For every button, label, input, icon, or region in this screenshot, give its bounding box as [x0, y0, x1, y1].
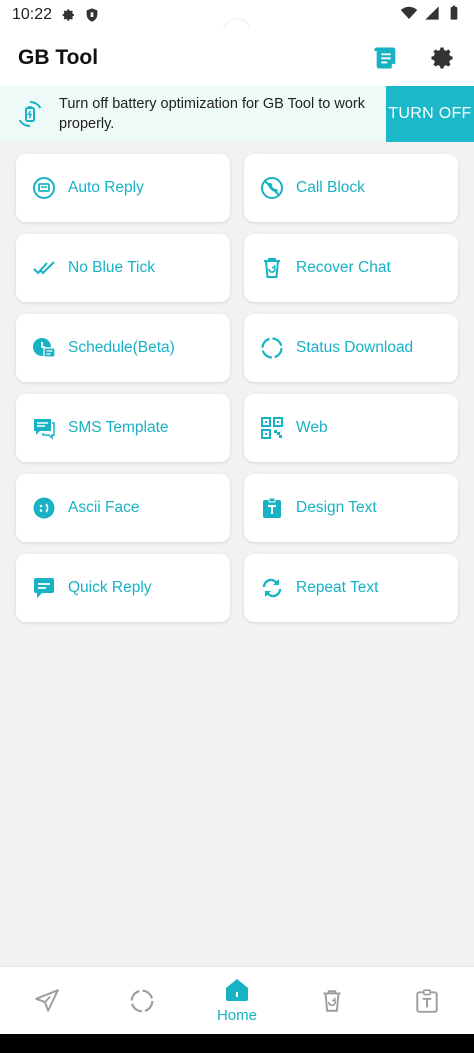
nav-design-text[interactable] [392, 967, 462, 1035]
feature-quick-reply[interactable]: Quick Reply [16, 554, 230, 622]
app-bar: GB Tool [0, 30, 474, 86]
feature-no-blue-tick[interactable]: No Blue Tick [16, 234, 230, 302]
settings-gear-icon[interactable] [428, 44, 456, 72]
design-text-icon [414, 988, 440, 1014]
feature-sms-template[interactable]: SMS Template [16, 394, 230, 462]
turn-off-button[interactable]: TURN OFF [386, 86, 474, 142]
feature-label: Recover Chat [296, 259, 391, 276]
feature-ascii-face[interactable]: Ascii Face [16, 474, 230, 542]
repeat-icon [260, 576, 284, 600]
feature-label: Quick Reply [68, 579, 152, 596]
app-title: GB Tool [18, 46, 99, 69]
status-circle-icon [260, 336, 284, 360]
schedule-chat-icon [32, 336, 56, 360]
battery-sync-icon [15, 99, 45, 129]
feature-label: Schedule(Beta) [68, 339, 175, 356]
status-circle-icon [129, 988, 155, 1014]
shield-icon [84, 7, 100, 23]
auto-reply-icon [32, 176, 56, 200]
nav-home[interactable]: Home [202, 967, 272, 1035]
app-actions [372, 44, 456, 72]
home-icon [224, 977, 250, 1003]
feature-status-download[interactable]: Status Download [244, 314, 458, 382]
send-icon [34, 988, 60, 1014]
sms-template-icon [32, 416, 56, 440]
feature-recover-chat[interactable]: Recover Chat [244, 234, 458, 302]
feature-design-text[interactable]: Design Text [244, 474, 458, 542]
design-text-icon [260, 496, 284, 520]
feature-label: Auto Reply [68, 179, 144, 196]
feature-web[interactable]: Web [244, 394, 458, 462]
nav-status[interactable] [107, 967, 177, 1035]
nav-recover[interactable] [297, 967, 367, 1035]
feature-schedule[interactable]: Schedule(Beta) [16, 314, 230, 382]
gear-icon [60, 7, 76, 23]
call-block-icon [260, 176, 284, 200]
battery-optimization-banner: Turn off battery optimization for GB Too… [0, 86, 474, 142]
wifi-icon [400, 4, 418, 27]
feature-auto-reply[interactable]: Auto Reply [16, 154, 230, 222]
feature-call-block[interactable]: Call Block [244, 154, 458, 222]
quick-reply-icon [32, 576, 56, 600]
face-icon [32, 496, 56, 520]
feature-label: Design Text [296, 499, 377, 516]
status-time: 10:22 [12, 6, 53, 23]
nav-send[interactable] [12, 967, 82, 1035]
banner-message: Turn off battery optimization for GB Too… [59, 96, 365, 132]
feature-repeat-text[interactable]: Repeat Text [244, 554, 458, 622]
battery-icon [446, 4, 462, 27]
feature-label: Web [296, 419, 328, 436]
nav-home-label: Home [216, 1007, 257, 1024]
scroll-document-icon[interactable] [372, 44, 400, 72]
recover-bin-icon [319, 988, 345, 1014]
feature-label: Repeat Text [296, 579, 379, 596]
double-check-icon [32, 256, 56, 280]
feature-grid: Auto Reply Call Block No Blue Tick Recov… [16, 154, 458, 622]
status-right [400, 4, 462, 27]
signal-icon [424, 5, 440, 26]
bottom-navigation: Home [0, 966, 474, 1034]
feature-label: No Blue Tick [68, 259, 156, 276]
recover-bin-icon [260, 256, 284, 280]
system-navigation-bar [0, 1034, 474, 1053]
feature-label: Ascii Face [68, 499, 140, 516]
qr-code-icon [260, 416, 284, 440]
feature-label: SMS Template [68, 419, 169, 436]
feature-label: Status Download [296, 339, 414, 356]
feature-label: Call Block [296, 179, 365, 196]
